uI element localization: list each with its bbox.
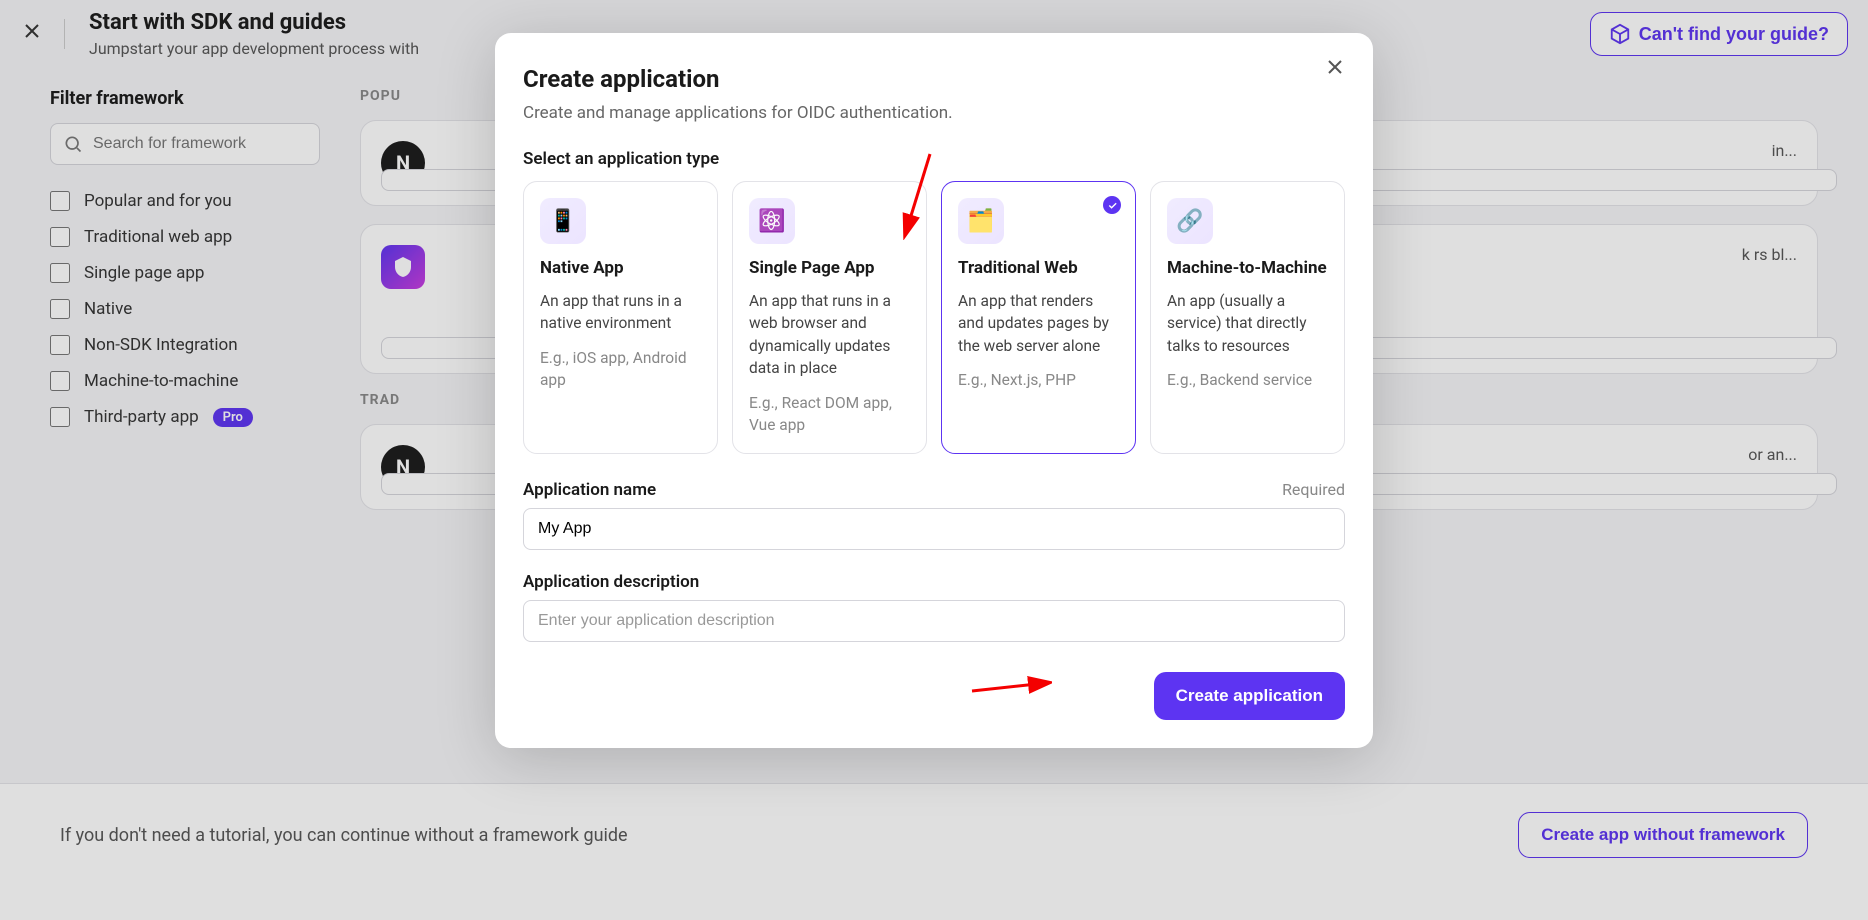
modal-footer: Create application	[523, 672, 1345, 720]
app-name-label: Application name	[523, 480, 656, 500]
type-desc: An app (usually a service) that directly…	[1167, 290, 1328, 357]
type-example: E.g., React DOM app, Vue app	[749, 392, 910, 437]
web-icon: 🗂️	[958, 198, 1004, 244]
type-title: Single Page App	[749, 258, 910, 278]
check-icon	[1103, 196, 1121, 214]
type-title: Native App	[540, 258, 701, 278]
close-icon[interactable]	[1323, 55, 1351, 83]
type-grid: 📱 Native App An app that runs in a nativ…	[523, 181, 1345, 454]
type-card-m2m[interactable]: 🔗 Machine-to-Machine An app (usually a s…	[1150, 181, 1345, 454]
app-desc-row: Application description	[523, 572, 1345, 592]
type-desc: An app that runs in a native environment	[540, 290, 701, 335]
type-card-traditional-web[interactable]: 🗂️ Traditional Web An app that renders a…	[941, 181, 1136, 454]
required-label: Required	[1282, 480, 1345, 499]
spa-icon: ⚛️	[749, 198, 795, 244]
type-title: Traditional Web	[958, 258, 1119, 278]
modal-subtitle: Create and manage applications for OIDC …	[523, 103, 1345, 123]
app-name-row: Application name Required	[523, 480, 1345, 500]
type-example: E.g., iOS app, Android app	[540, 347, 701, 392]
type-title: Machine-to-Machine	[1167, 258, 1328, 278]
native-icon: 📱	[540, 198, 586, 244]
type-card-native[interactable]: 📱 Native App An app that runs in a nativ…	[523, 181, 718, 454]
type-example: E.g., Next.js, PHP	[958, 369, 1119, 391]
m2m-icon: 🔗	[1167, 198, 1213, 244]
app-desc-input[interactable]	[523, 600, 1345, 642]
type-example: E.g., Backend service	[1167, 369, 1328, 391]
create-application-modal: Create application Create and manage app…	[495, 33, 1373, 748]
app-desc-label: Application description	[523, 572, 699, 592]
modal-title: Create application	[523, 65, 1345, 93]
type-desc: An app that runs in a web browser and dy…	[749, 290, 910, 380]
type-card-spa[interactable]: ⚛️ Single Page App An app that runs in a…	[732, 181, 927, 454]
select-type-label: Select an application type	[523, 149, 1345, 169]
app-name-input[interactable]	[523, 508, 1345, 550]
type-desc: An app that renders and updates pages by…	[958, 290, 1119, 357]
create-application-button[interactable]: Create application	[1154, 672, 1345, 720]
